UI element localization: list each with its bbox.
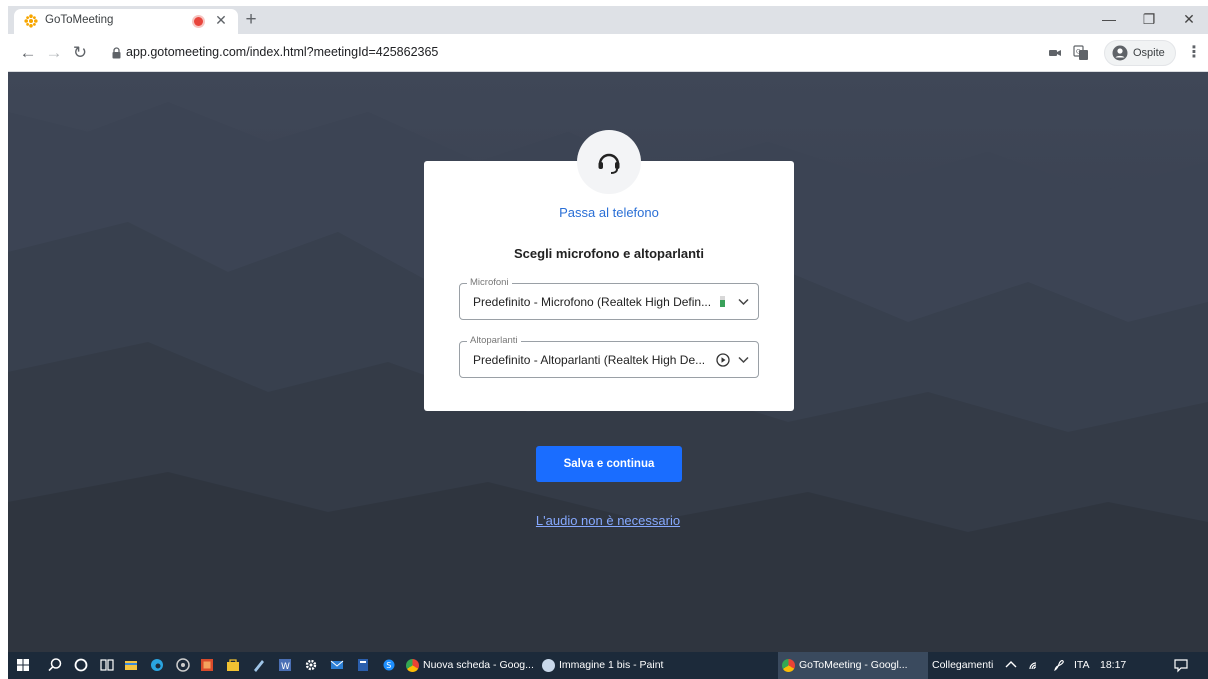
browser-toolbar: ← → ↻ app.gotomeeting.com/index.html?mee… — [8, 34, 1208, 72]
translate-icon[interactable]: G — [1072, 44, 1090, 62]
svg-text:W: W — [281, 662, 290, 672]
links-toolbar-label[interactable]: Collegamenti — [932, 659, 993, 671]
phone-badge — [577, 130, 641, 194]
windows-start-icon[interactable] — [14, 656, 32, 674]
profile-icon — [1112, 45, 1128, 61]
restore-button[interactable]: ❐ — [1134, 8, 1164, 30]
save-and-continue-button[interactable]: Salva e continua — [536, 446, 682, 482]
wifi-icon[interactable] — [1026, 656, 1044, 674]
mic-level-meter — [720, 296, 725, 307]
browser-tab[interactable]: GoToMeeting ✕ — [14, 9, 238, 34]
taskbar-app-label: GoToMeeting - Googl... — [799, 659, 908, 671]
speaker-value: Predefinito - Altoparlanti (Realtek High… — [473, 353, 706, 367]
dialog-heading: Scegli microfono e altoparlanti — [514, 246, 704, 261]
photo-app-icon[interactable] — [198, 656, 216, 674]
language-indicator[interactable]: ITA — [1074, 659, 1090, 671]
svg-text:G: G — [1076, 49, 1081, 56]
speaker-select[interactable]: Altoparlanti Predefinito - Altoparlanti … — [459, 335, 759, 378]
calculator-icon[interactable] — [354, 656, 372, 674]
word-icon[interactable]: W — [276, 656, 294, 674]
media-player-icon[interactable] — [174, 656, 192, 674]
audio-not-needed-link[interactable]: L'audio non è necessario — [8, 513, 1208, 528]
taskbar-app-paint[interactable]: Immagine 1 bis - Paint — [538, 652, 674, 679]
taskbar-app-label: Immagine 1 bis - Paint — [559, 659, 664, 671]
pen-icon[interactable] — [1050, 656, 1068, 674]
reload-icon[interactable]: ↻ — [70, 43, 90, 63]
close-window-button[interactable]: ✕ — [1174, 8, 1204, 30]
svg-text:S: S — [386, 661, 391, 670]
profile-button[interactable]: Ospite — [1104, 40, 1176, 66]
chevron-up-icon[interactable] — [1002, 656, 1020, 674]
camera-icon[interactable] — [1046, 44, 1064, 62]
chrome-icon — [782, 659, 795, 672]
speaker-legend: Altoparlanti — [467, 335, 521, 346]
address-bar[interactable]: app.gotomeeting.com/index.html?meetingId… — [102, 39, 1040, 67]
chrome-icon — [406, 659, 419, 672]
new-tab-button[interactable]: + — [240, 9, 262, 31]
paint-brush-icon[interactable] — [250, 656, 268, 674]
forward-icon[interactable]: → — [44, 43, 64, 63]
play-test-icon[interactable] — [716, 353, 730, 367]
url-text: app.gotomeeting.com/index.html?meetingId… — [126, 45, 439, 59]
task-view-icon[interactable] — [98, 656, 116, 674]
microphone-value: Predefinito - Microfono (Realtek High De… — [473, 295, 712, 309]
clock[interactable]: 18:17 — [1100, 659, 1126, 671]
microphone-legend: Microfoni — [467, 277, 512, 288]
mic-level-fill — [720, 300, 725, 307]
file-explorer-icon[interactable] — [122, 656, 140, 674]
lock-icon — [112, 47, 121, 59]
screen: GoToMeeting ✕ + — ❐ ✕ ← → ↻ app.gotomeet… — [0, 0, 1208, 679]
cortana-icon[interactable] — [72, 656, 90, 674]
recording-dot-icon — [194, 17, 203, 26]
microphone-select[interactable]: Microfoni Predefinito - Microfono (Realt… — [459, 277, 759, 320]
windows-taskbar: W S Nuova scheda - Goog... Immagine 1 bi… — [8, 652, 1208, 679]
minimize-button[interactable]: — — [1094, 8, 1124, 30]
meeting-page: Passa al telefono Scegli microfono e alt… — [8, 72, 1208, 652]
taskbar-app-chrome-gotomeeting[interactable]: GoToMeeting - Googl... — [778, 652, 928, 679]
tab-title: GoToMeeting — [45, 14, 114, 26]
menu-icon[interactable]: ⋮ — [1186, 44, 1202, 62]
chevron-down-icon — [738, 298, 749, 306]
headset-icon — [598, 153, 620, 174]
back-icon[interactable]: ← — [18, 43, 38, 63]
paint-icon — [542, 659, 555, 672]
skype-icon[interactable]: S — [380, 656, 398, 674]
search-icon[interactable] — [46, 656, 64, 674]
notification-icon[interactable] — [1172, 656, 1190, 674]
chevron-down-icon — [738, 356, 749, 364]
taskbar-app-chrome-new-tab[interactable]: Nuova scheda - Goog... — [402, 652, 534, 679]
settings-gear-icon[interactable] — [302, 656, 320, 674]
switch-to-phone-link[interactable]: Passa al telefono — [424, 205, 794, 220]
profile-label: Ospite — [1133, 47, 1165, 59]
taskbar-app-label: Nuova scheda - Goog... — [423, 659, 534, 671]
gotomeeting-favicon — [24, 14, 38, 28]
tab-strip: GoToMeeting ✕ + — ❐ ✕ — [8, 6, 1208, 34]
store-icon[interactable] — [224, 656, 242, 674]
close-icon[interactable]: ✕ — [212, 11, 230, 29]
edge-icon[interactable] — [148, 656, 166, 674]
mail-icon[interactable] — [328, 656, 346, 674]
audio-settings-card: Passa al telefono Scegli microfono e alt… — [424, 161, 794, 411]
